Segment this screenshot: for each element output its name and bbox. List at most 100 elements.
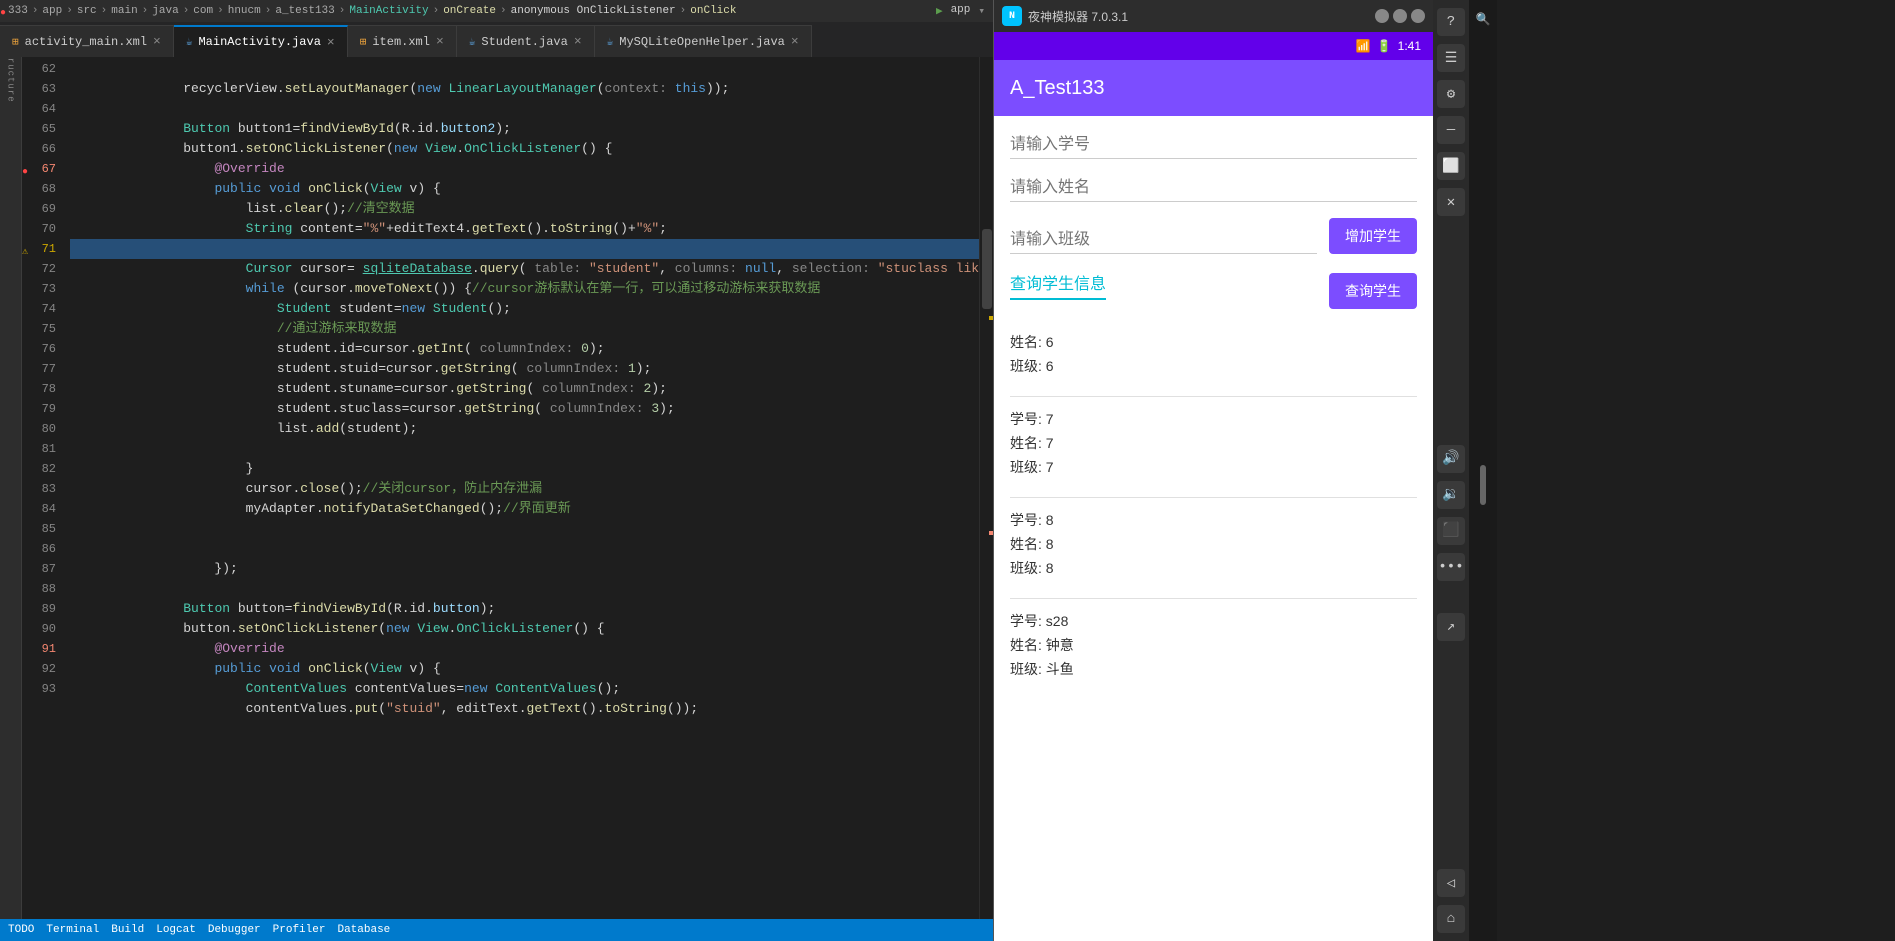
line-numbers: 62 63 64 65 66 67 ● 68 69 70 71 ⚠ 72 (22, 57, 70, 919)
code-line (70, 559, 979, 579)
code-line: list.add(student); (70, 399, 979, 419)
breadcrumb-item[interactable]: onCreate (443, 5, 496, 17)
tab-mysqlite-java[interactable]: ☕ MySQLiteOpenHelper.java × (595, 25, 812, 57)
code-line: Button button=findViewById(R.id.button); (70, 579, 979, 599)
divider (1010, 497, 1417, 498)
tab-main-activity-java[interactable]: ☕ MainActivity.java × (174, 25, 348, 57)
dropdown-icon[interactable]: ▾ (978, 4, 985, 18)
breadcrumb-item[interactable]: com (193, 5, 213, 17)
left-sidebar: Structure (0, 57, 22, 919)
close-tab-icon[interactable]: × (327, 36, 335, 49)
close-button[interactable]: × (1411, 9, 1425, 23)
code-line: } (70, 439, 979, 459)
breadcrumb-item[interactable]: src (77, 5, 97, 17)
code-line: ContentValues contentValues=new ContentV… (70, 659, 979, 679)
code-line (70, 79, 979, 99)
close-tab-icon[interactable]: × (436, 35, 444, 48)
structure-icon[interactable]: Structure (2, 65, 20, 83)
student-id-input[interactable] (1010, 132, 1417, 159)
breadcrumb-item[interactable]: hnucm (228, 5, 261, 17)
editor-panel: 333 › app › src › main › java › com › hn… (0, 0, 993, 941)
student-id-row (1010, 132, 1417, 159)
maximize-button[interactable]: □ (1393, 9, 1407, 23)
bottom-build[interactable]: Build (111, 924, 144, 936)
back-button[interactable]: ◁ (1437, 869, 1465, 897)
scroll-indicator (1480, 465, 1486, 505)
code-content[interactable]: recyclerView.setLayoutManager(new Linear… (70, 57, 979, 919)
student-class-field: 班级: 斗鱼 (1010, 659, 1417, 679)
query-student-button[interactable]: 查询学生 (1329, 273, 1417, 309)
code-editor[interactable]: Structure 62 63 64 65 66 67 ● 68 69 70 7… (0, 57, 993, 919)
settings-button[interactable]: ⚙ (1437, 80, 1465, 108)
battery-icon: 🔋 (1377, 39, 1392, 53)
code-line: student.stuname=cursor.getString( column… (70, 359, 979, 379)
scroll-thumb[interactable] (982, 229, 992, 309)
home-button[interactable]: ⌂ (1437, 905, 1465, 933)
bottom-database[interactable]: Database (337, 924, 390, 936)
breadcrumb-item[interactable]: java (152, 5, 178, 17)
code-line: myAdapter.notifyDataSetChanged();//界面更新 (70, 479, 979, 499)
code-line-highlighted: Cursor cursor= sqliteDatabase.query( tab… (70, 239, 979, 259)
bottom-logcat[interactable]: Logcat (156, 924, 196, 936)
wifi-icon: 📶 (1356, 39, 1371, 53)
code-area[interactable]: 62 63 64 65 66 67 ● 68 69 70 71 ⚠ 72 (22, 57, 993, 919)
android-frame: 📶 🔋 1:41 A_Test133 (994, 32, 1433, 941)
breadcrumb-bar: 333 › app › src › main › java › com › hn… (0, 0, 993, 22)
tab-student-java[interactable]: ☕ Student.java × (457, 25, 595, 57)
breadcrumb-item[interactable]: onClick (690, 5, 736, 17)
nox-titlebar: N 夜神模拟器 7.0.3.1 — □ × (994, 0, 1433, 32)
bottom-todo[interactable]: TODO (8, 924, 34, 936)
java-icon: ☕ (607, 35, 614, 49)
code-line: String content="%"+editText4.getText().t… (70, 199, 979, 219)
code-line: while (cursor.moveToNext()) {//cursor游标默… (70, 259, 979, 279)
tab-bar: ⊞ activity_main.xml × ☕ MainActivity.jav… (0, 22, 993, 57)
android-status-bar: 📶 🔋 1:41 (994, 32, 1433, 60)
code-line: list.clear();//清空数据 (70, 179, 979, 199)
divider (1010, 598, 1417, 599)
android-appbar: A_Test133 (994, 60, 1433, 116)
student-class-field: 班级: 8 (1010, 558, 1417, 578)
android-app-title: A_Test133 (1010, 77, 1105, 100)
volume-up-button[interactable]: 🔊 (1437, 445, 1465, 473)
code-line: Student student=new Student(); (70, 279, 979, 299)
bottom-profiler[interactable]: Profiler (273, 924, 326, 936)
scrollbar[interactable] (979, 57, 993, 919)
breadcrumb-item[interactable]: anonymous OnClickListener (511, 5, 676, 17)
close-tab-icon[interactable]: × (153, 35, 161, 48)
minimize-button[interactable]: — (1375, 9, 1389, 23)
search-toolbar-button[interactable]: 🔍 (1472, 8, 1494, 30)
breadcrumb-item[interactable]: main (111, 5, 137, 17)
close-tab-icon[interactable]: × (791, 35, 799, 48)
bottom-terminal[interactable]: Terminal (46, 924, 99, 936)
breadcrumb-item[interactable]: 333 (8, 5, 28, 17)
far-right-toolbar: 🔍 (1469, 0, 1497, 941)
minimize-nox-button[interactable]: — (1437, 116, 1465, 144)
breadcrumb-item[interactable]: a_test133 (275, 5, 334, 17)
help-button[interactable]: ? (1437, 8, 1465, 36)
breadcrumb-item[interactable]: app (42, 5, 62, 17)
close-tab-icon[interactable]: × (574, 35, 582, 48)
close-nox-button[interactable]: ✕ (1437, 188, 1465, 216)
bottom-debugger[interactable]: Debugger (208, 924, 261, 936)
query-section-label: 查询学生信息 (1010, 270, 1106, 300)
breadcrumb-item[interactable]: MainActivity (349, 5, 428, 17)
student-class-row: 增加学生 (1010, 218, 1417, 254)
volume-down-button[interactable]: 🔉 (1437, 481, 1465, 509)
tablet-button[interactable]: ⬛ (1437, 517, 1465, 545)
code-line: button1.setOnClickListener(new View.OnCl… (70, 119, 979, 139)
run-icon[interactable]: ▶ (936, 4, 943, 18)
student-name-row (1010, 175, 1417, 202)
maximize-nox-button[interactable]: ⬜ (1437, 152, 1465, 180)
more-button[interactable]: ••• (1437, 553, 1465, 581)
menu-button[interactable]: ☰ (1437, 44, 1465, 72)
share-button[interactable]: ↗ (1437, 613, 1465, 641)
tab-activity-main-xml[interactable]: ⊞ activity_main.xml × (0, 25, 174, 57)
student-name-input[interactable] (1010, 175, 1417, 202)
nox-title: 夜神模拟器 7.0.3.1 (1028, 8, 1128, 25)
query-section-row: 查询学生信息 查询学生 (1010, 270, 1417, 312)
student-class-input[interactable] (1010, 227, 1317, 254)
add-student-button[interactable]: 增加学生 (1329, 218, 1417, 254)
android-content[interactable]: 增加学生 查询学生信息 查询学生 姓名: 6 班级: 6 学号: 7 姓名: (994, 116, 1433, 941)
tab-item-xml[interactable]: ⊞ item.xml × (348, 25, 457, 57)
student-name-field: 姓名: 钟意 (1010, 635, 1417, 655)
